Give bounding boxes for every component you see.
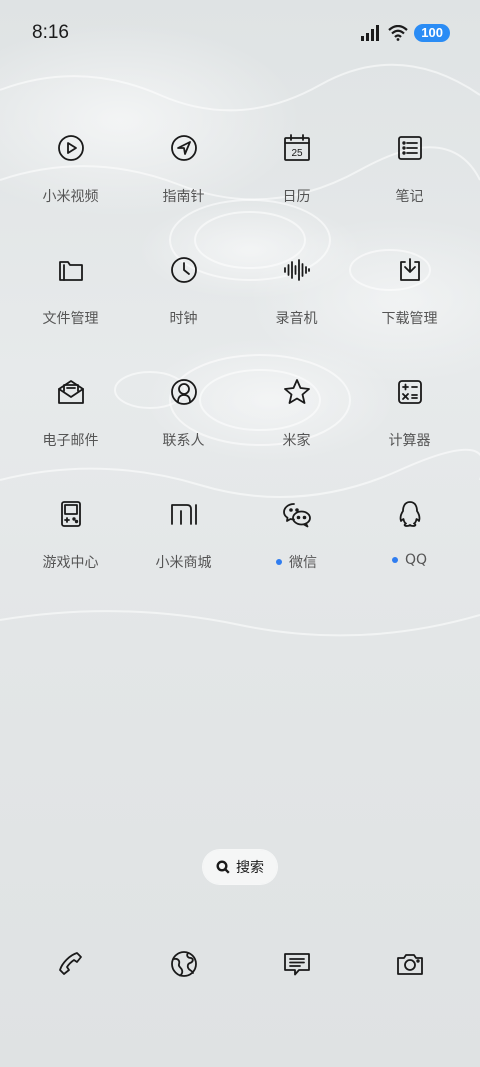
new-install-dot <box>276 559 282 565</box>
new-install-dot <box>391 557 398 563</box>
app-email[interactable]: 电子邮件 <box>14 372 127 494</box>
status-bar: 8:16 100 <box>0 0 480 68</box>
app-compass[interactable]: 指南针 <box>127 128 240 250</box>
camera-icon <box>390 944 430 984</box>
app-contacts[interactable]: 联系人 <box>127 372 240 494</box>
phone-icon <box>51 944 91 984</box>
app-mijia[interactable]: 米家 <box>240 372 353 494</box>
search-button[interactable]: 搜索 <box>203 850 277 884</box>
app-label: 日历 <box>282 189 311 205</box>
folder-icon <box>51 250 91 290</box>
contact-icon <box>164 372 204 412</box>
dock-browser[interactable] <box>127 944 240 984</box>
app-label: 文件管理 <box>42 311 99 327</box>
app-qq[interactable]: QQ <box>353 494 466 616</box>
app-label: 指南针 <box>162 189 205 205</box>
status-time: 8:16 <box>32 22 69 43</box>
app-download-manager[interactable]: 下载管理 <box>353 250 466 372</box>
search-icon <box>216 860 230 874</box>
app-label: 小米商城 <box>155 555 212 571</box>
app-xiaomi-video[interactable]: 小米视频 <box>14 128 127 250</box>
battery-indicator: 100 <box>414 24 450 42</box>
app-notes[interactable]: 笔记 <box>353 128 466 250</box>
app-label: 电子邮件 <box>42 433 99 449</box>
dock-phone[interactable] <box>14 944 127 984</box>
app-label: 下载管理 <box>381 311 438 327</box>
app-label: 笔记 <box>395 189 424 205</box>
calculator-icon <box>390 372 430 412</box>
app-mi-store[interactable]: 小米商城 <box>127 494 240 616</box>
app-label: 小米视频 <box>42 189 99 205</box>
qq-penguin-icon <box>390 494 430 534</box>
play-circle-icon <box>51 128 91 168</box>
mi-logo-icon <box>164 494 204 534</box>
app-game-center[interactable]: 游戏中心 <box>14 494 127 616</box>
star-icon <box>277 372 317 412</box>
app-grid: 小米视频 指南针 25 日历 笔记 文件管理 时钟 录音机 下载管理 电子邮件 … <box>14 128 466 616</box>
calendar-icon: 25 <box>277 128 317 168</box>
clock-icon <box>164 250 204 290</box>
app-calendar[interactable]: 25 日历 <box>240 128 353 250</box>
notes-icon <box>390 128 430 168</box>
app-label: 联系人 <box>162 433 205 449</box>
app-clock[interactable]: 时钟 <box>127 250 240 372</box>
signal-icon <box>361 25 380 41</box>
app-file-manager[interactable]: 文件管理 <box>14 250 127 372</box>
app-label: 游戏中心 <box>42 555 99 571</box>
search-label: 搜索 <box>236 860 264 876</box>
app-label: 微信 <box>289 555 317 571</box>
app-label: 录音机 <box>275 311 318 327</box>
app-label: QQ <box>404 552 428 568</box>
download-icon <box>390 250 430 290</box>
app-recorder[interactable]: 录音机 <box>240 250 353 372</box>
app-wechat[interactable]: 微信 <box>240 494 353 616</box>
wechat-icon <box>277 494 317 534</box>
app-label: 米家 <box>282 433 311 449</box>
dock-messages[interactable] <box>240 944 353 984</box>
messages-icon <box>277 944 317 984</box>
gamepad-icon <box>51 494 91 534</box>
app-calculator[interactable]: 计算器 <box>353 372 466 494</box>
calendar-date: 25 <box>291 148 303 159</box>
dock-camera[interactable] <box>353 944 466 984</box>
app-label: 计算器 <box>388 433 431 449</box>
waveform-icon <box>277 250 317 290</box>
dock <box>14 944 466 984</box>
wifi-icon <box>388 25 409 41</box>
mail-icon <box>51 372 91 412</box>
compass-icon <box>164 128 204 168</box>
browser-globe-icon <box>164 944 204 984</box>
app-label: 时钟 <box>169 311 198 327</box>
